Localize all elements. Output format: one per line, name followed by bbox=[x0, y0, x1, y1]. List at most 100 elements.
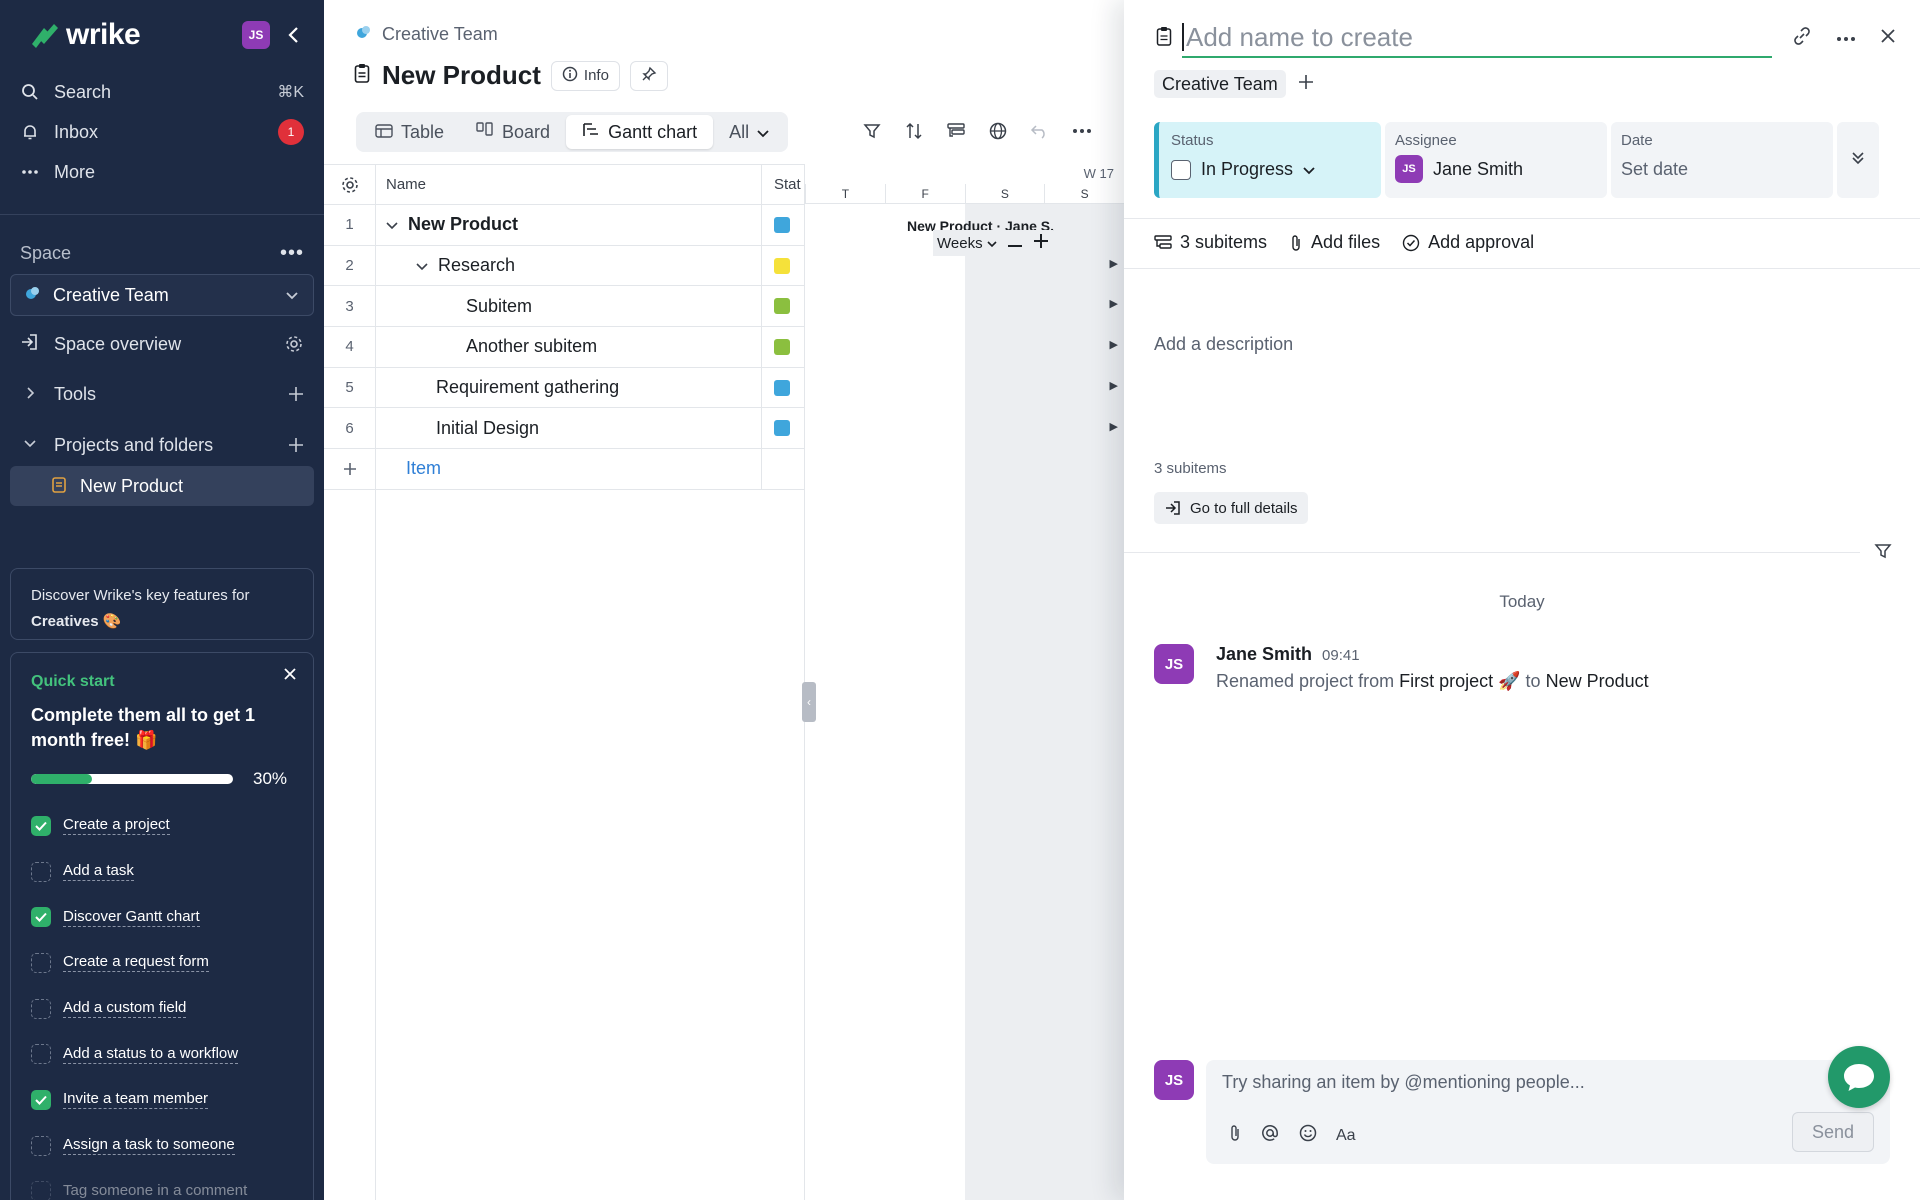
add-files-button[interactable]: Add files bbox=[1289, 232, 1380, 253]
sidebar-item-inbox[interactable]: Inbox 1 bbox=[20, 112, 304, 152]
table-row[interactable]: 5 Requirement gathering bbox=[324, 367, 804, 409]
comment-input[interactable]: Try sharing an item by @mentioning peopl… bbox=[1206, 1060, 1890, 1164]
tag-creative-team[interactable]: Creative Team bbox=[1154, 70, 1286, 98]
quick-start-item[interactable]: Create a request form bbox=[31, 940, 293, 986]
gantt-scroll-to-bar-arrow[interactable]: ▶ bbox=[1110, 420, 1118, 433]
quick-start-item[interactable]: Add a task bbox=[31, 849, 293, 895]
activity-author-avatar[interactable]: JS bbox=[1154, 644, 1194, 684]
empty-checkbox-icon[interactable] bbox=[31, 998, 51, 1019]
close-icon[interactable] bbox=[1880, 28, 1896, 49]
add-tool-plus-icon[interactable] bbox=[288, 386, 304, 402]
status-field[interactable]: Status In Progress bbox=[1154, 122, 1381, 198]
status-color-swatch[interactable] bbox=[774, 257, 790, 274]
tab-table[interactable]: Table bbox=[359, 115, 460, 149]
more-options-icon[interactable] bbox=[1070, 116, 1094, 146]
page-title[interactable]: New Product bbox=[382, 60, 541, 91]
breadcrumb-space[interactable]: Creative Team bbox=[382, 24, 498, 45]
user-avatar[interactable]: JS bbox=[242, 21, 270, 49]
space-selector[interactable]: Creative Team bbox=[10, 274, 314, 316]
quick-start-item[interactable]: Invite a team member bbox=[31, 1077, 293, 1123]
filter-icon[interactable] bbox=[860, 116, 884, 146]
quick-start-item[interactable]: Discover Gantt chart bbox=[31, 894, 293, 940]
add-project-plus-icon[interactable] bbox=[288, 437, 304, 453]
chevron-down-icon[interactable] bbox=[386, 214, 398, 235]
gear-icon[interactable] bbox=[284, 334, 304, 354]
add-item-row[interactable]: Item bbox=[324, 449, 804, 490]
sidebar-item-more[interactable]: More bbox=[20, 152, 304, 192]
projects-folders-item[interactable]: Projects and folders bbox=[20, 425, 304, 465]
assignee-field[interactable]: Assignee JS Jane Smith bbox=[1385, 122, 1607, 198]
subitems-button[interactable]: 3 subitems bbox=[1154, 232, 1267, 253]
globe-icon[interactable] bbox=[986, 116, 1010, 146]
tab-gantt-chart[interactable]: Gantt chart bbox=[566, 115, 714, 149]
row-name-cell[interactable]: Another subitem bbox=[376, 327, 762, 367]
quick-start-item[interactable]: Add a status to a workflow bbox=[31, 1031, 293, 1077]
emoji-smile-icon[interactable] bbox=[1298, 1123, 1318, 1148]
add-tag-plus-icon[interactable] bbox=[1298, 74, 1314, 95]
quick-start-item[interactable]: Add a custom field bbox=[31, 986, 293, 1032]
status-color-swatch[interactable] bbox=[774, 298, 790, 315]
gantt-scroll-to-bar-arrow[interactable]: ▶ bbox=[1110, 297, 1118, 310]
zoom-out-minus-icon[interactable] bbox=[1007, 235, 1023, 252]
text-format-button[interactable]: Aa bbox=[1336, 1127, 1356, 1145]
pin-button[interactable] bbox=[629, 60, 668, 91]
pane-splitter-handle[interactable]: ‹ bbox=[802, 682, 816, 722]
empty-checkbox-icon[interactable] bbox=[31, 1044, 51, 1065]
column-header-status[interactable]: Stat bbox=[762, 165, 804, 204]
add-approval-button[interactable]: Add approval bbox=[1402, 232, 1534, 253]
subitems-toggle-icon[interactable] bbox=[944, 116, 968, 146]
empty-checkbox-icon[interactable] bbox=[31, 952, 51, 973]
status-color-swatch[interactable] bbox=[774, 420, 790, 437]
checkmark-icon[interactable] bbox=[31, 1089, 51, 1110]
gantt-scroll-to-bar-arrow[interactable]: ▶ bbox=[1110, 379, 1118, 392]
table-row[interactable]: 4 Another subitem bbox=[324, 327, 804, 368]
zoom-in-plus-icon[interactable] bbox=[1033, 233, 1049, 253]
paperclip-icon[interactable] bbox=[1228, 1124, 1242, 1147]
row-name-cell[interactable]: New Product bbox=[376, 205, 762, 245]
item-name-input[interactable]: Add name to create bbox=[1182, 18, 1772, 58]
empty-checkbox-icon[interactable] bbox=[31, 1181, 51, 1200]
date-field[interactable]: Date Set date bbox=[1611, 122, 1833, 198]
breadcrumb[interactable]: Creative Team bbox=[356, 24, 498, 45]
undo-icon[interactable] bbox=[1028, 116, 1052, 146]
chevron-down-icon[interactable] bbox=[416, 255, 428, 276]
table-row[interactable]: 3 Subitem bbox=[324, 286, 804, 328]
more-options-icon[interactable] bbox=[1836, 29, 1856, 47]
go-to-full-details-button[interactable]: Go to full details bbox=[1154, 492, 1308, 524]
add-item-link[interactable]: Item bbox=[406, 458, 441, 479]
status-checkbox[interactable] bbox=[1171, 159, 1191, 180]
close-icon[interactable] bbox=[279, 663, 301, 685]
row-name-cell[interactable]: Initial Design bbox=[376, 408, 762, 449]
activity-filter-icon[interactable] bbox=[1874, 542, 1892, 565]
table-row[interactable]: 6 Initial Design bbox=[324, 408, 804, 450]
quick-start-item[interactable]: Create a project bbox=[31, 803, 293, 849]
status-color-swatch[interactable] bbox=[774, 216, 790, 233]
row-name-cell[interactable]: Research bbox=[376, 245, 762, 286]
quick-start-item[interactable]: Tag someone in a comment bbox=[31, 1169, 293, 1200]
filter-all-dropdown[interactable]: All bbox=[713, 115, 785, 149]
tools-item[interactable]: Tools bbox=[20, 374, 304, 414]
checkmark-icon[interactable] bbox=[31, 815, 51, 836]
checkmark-icon[interactable] bbox=[31, 907, 51, 928]
row-name-cell[interactable]: Requirement gathering bbox=[376, 367, 762, 408]
quick-start-item[interactable]: Assign a task to someone bbox=[31, 1123, 293, 1169]
row-name-cell[interactable]: Subitem bbox=[376, 286, 762, 327]
space-options-button[interactable]: ••• bbox=[280, 242, 304, 265]
column-header-name[interactable]: Name bbox=[376, 165, 762, 204]
info-button[interactable]: Info bbox=[550, 60, 620, 91]
status-color-swatch[interactable] bbox=[774, 379, 790, 396]
wrike-logo[interactable]: wrike bbox=[20, 18, 141, 52]
discover-features-card[interactable]: Discover Wrike's key features for Creati… bbox=[10, 568, 314, 640]
tab-board[interactable]: Board bbox=[460, 115, 566, 149]
gantt-scroll-to-bar-arrow[interactable]: ▶ bbox=[1110, 257, 1118, 270]
table-settings-gear-icon[interactable] bbox=[324, 165, 376, 204]
description-input[interactable]: Add a description bbox=[1154, 334, 1293, 355]
status-color-swatch[interactable] bbox=[774, 338, 790, 355]
table-row[interactable]: 1 New Product bbox=[324, 205, 804, 246]
activity-author[interactable]: Jane Smith bbox=[1216, 644, 1312, 665]
send-button[interactable]: Send bbox=[1792, 1112, 1874, 1152]
expand-fields-button[interactable] bbox=[1837, 122, 1879, 198]
space-overview-item[interactable]: Space overview bbox=[20, 324, 304, 364]
gantt-scroll-to-bar-arrow[interactable]: ▶ bbox=[1110, 338, 1118, 351]
table-row[interactable]: 2 Research bbox=[324, 245, 804, 287]
